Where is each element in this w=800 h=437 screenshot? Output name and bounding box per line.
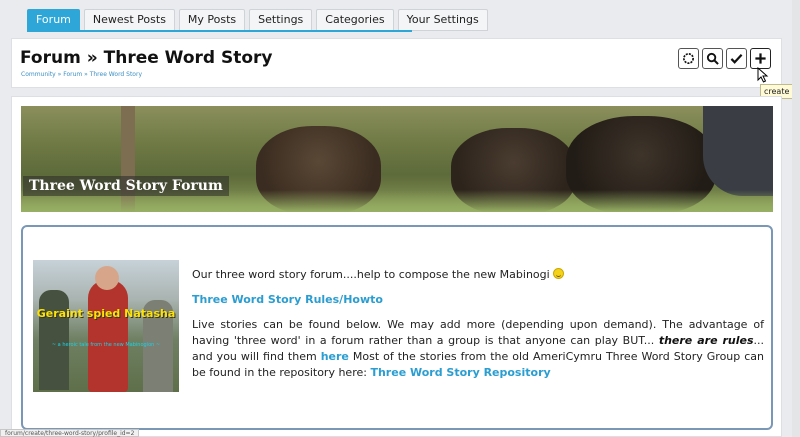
checkmark-icon bbox=[730, 54, 743, 64]
circle-dots-icon bbox=[683, 53, 694, 64]
breadcrumb[interactable]: Community » Forum » Three Word Story bbox=[21, 71, 142, 78]
photo-figure bbox=[39, 290, 69, 390]
forum-description: Our three word story forum....help to co… bbox=[192, 267, 764, 381]
tab-newest-posts[interactable]: Newest Posts bbox=[83, 9, 175, 31]
forum-main: Three Word Story Forum Geraint spied Nat… bbox=[11, 96, 782, 437]
photo-caption: Geraint spied Natasha bbox=[36, 307, 176, 320]
photo-figure bbox=[88, 280, 128, 392]
mouse-cursor-icon bbox=[757, 67, 769, 83]
tab-bar: Forum Newest Posts My Posts Settings Cat… bbox=[27, 9, 488, 31]
tab-my-posts[interactable]: My Posts bbox=[178, 9, 246, 31]
tab-forum[interactable]: Forum bbox=[27, 9, 80, 31]
smiley-icon bbox=[553, 268, 565, 279]
banner-title: Three Word Story Forum bbox=[23, 176, 229, 196]
tab-your-settings[interactable]: Your Settings bbox=[397, 9, 488, 31]
tab-categories[interactable]: Categories bbox=[316, 9, 394, 31]
create-button[interactable] bbox=[750, 48, 771, 69]
page-header: Forum » Three Word Story Community » For… bbox=[11, 38, 782, 88]
tab-underline bbox=[27, 30, 412, 32]
rules-emphasis: there are rules bbox=[658, 334, 754, 347]
page-title: Forum » Three Word Story bbox=[20, 48, 273, 68]
forum-description-card: Geraint spied Natasha ~ a heroic tale fr… bbox=[21, 225, 773, 430]
banner-image: Three Word Story Forum bbox=[21, 106, 773, 212]
plus-icon bbox=[755, 53, 766, 64]
repository-link[interactable]: Three Word Story Repository bbox=[370, 366, 550, 379]
photo-figure-head bbox=[95, 266, 119, 290]
photo-subcaption: ~ a heroic tale from the new Mabinogion … bbox=[51, 342, 161, 348]
tab-settings[interactable]: Settings bbox=[249, 9, 313, 31]
search-button[interactable] bbox=[702, 48, 723, 69]
circle-dots-button[interactable] bbox=[678, 48, 699, 69]
story-photo: Geraint spied Natasha ~ a heroic tale fr… bbox=[33, 260, 179, 392]
tarp bbox=[703, 106, 773, 196]
toolbar bbox=[678, 48, 771, 69]
body-text: Live stories can be found below. We may … bbox=[192, 317, 764, 381]
mark-read-button[interactable] bbox=[726, 48, 747, 69]
scrollbar[interactable] bbox=[792, 0, 800, 437]
intro-text-label: Our three word story forum....help to co… bbox=[192, 268, 550, 281]
intro-text: Our three word story forum....help to co… bbox=[192, 267, 764, 283]
status-bar-url: forum/create/three-word-story/profile_id… bbox=[0, 429, 140, 437]
search-icon bbox=[706, 52, 719, 65]
rules-link[interactable]: Three Word Story Rules/Howto bbox=[192, 292, 764, 308]
here-link[interactable]: here bbox=[321, 350, 349, 363]
